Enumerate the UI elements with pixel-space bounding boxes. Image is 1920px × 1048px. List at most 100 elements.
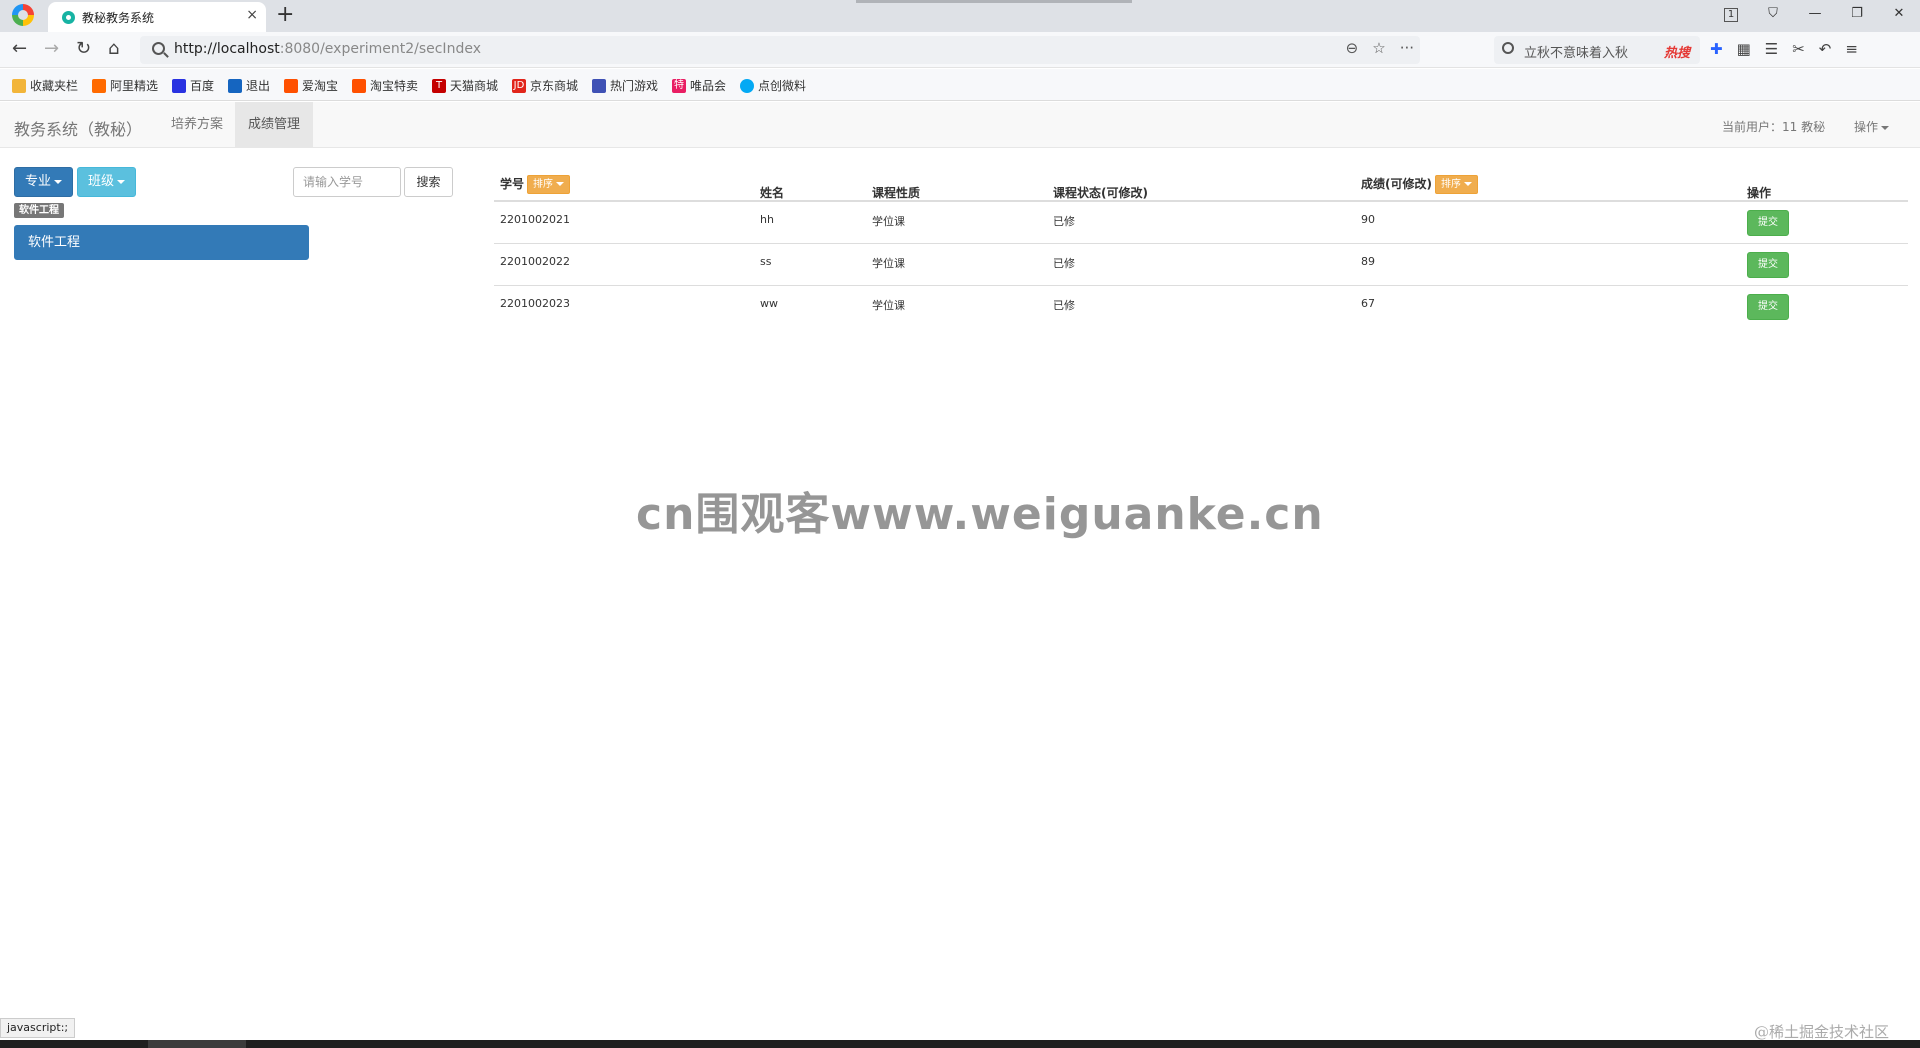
submit-button[interactable]: 提交	[1747, 210, 1789, 236]
class-dropdown-button[interactable]: 班级	[77, 167, 136, 197]
skin-icon[interactable]: ⛉	[1752, 0, 1794, 28]
cell-name: ss	[760, 255, 772, 268]
search-button[interactable]: 搜索	[404, 167, 453, 197]
sort-by-score-button[interactable]: 排序	[1434, 175, 1478, 194]
apps-grid-icon[interactable]: ▦	[1737, 40, 1751, 58]
bookmark-star-icon[interactable]: ☆	[1372, 39, 1385, 57]
col-course-status: 课程状态(可修改)	[1053, 186, 1148, 200]
tab-counter-icon[interactable]: 1	[1710, 0, 1752, 28]
caret-down-icon	[1881, 125, 1890, 130]
browser-toolbar: ← → ↻ ⌂ http://localhost:8080/experiment…	[0, 32, 1920, 68]
cell-course-status[interactable]: 已修	[1053, 213, 1075, 229]
tmall-icon: T	[432, 78, 446, 93]
col-action: 操作	[1747, 186, 1772, 200]
link-status-bar: javascript:;	[0, 1018, 76, 1038]
cell-course-type: 学位课	[872, 299, 905, 312]
feather-icon	[228, 78, 242, 93]
ops-dropdown[interactable]: 操作	[1854, 118, 1890, 135]
window-controls: 1 ⛉ — ❐ ✕	[1710, 0, 1920, 32]
more-icon[interactable]: ···	[1400, 39, 1414, 57]
menu-score-management[interactable]: 成绩管理	[235, 102, 314, 148]
menu-icon[interactable]: ≡	[1845, 40, 1858, 58]
major-dropdown-button[interactable]: 专业	[14, 167, 73, 197]
close-window-icon[interactable]: ✕	[1878, 0, 1920, 28]
address-url[interactable]: http://localhost:8080/experiment2/secInd…	[174, 41, 481, 57]
zoom-icon[interactable]: ⊖	[1346, 39, 1359, 57]
bookmark-item[interactable]: 退出	[228, 77, 270, 94]
bookmarks-bar: 收藏夹栏 阿里精选 百度 退出 爱淘宝 淘宝特卖 T 天猫商城 JD 京东商城 热门…	[0, 69, 1920, 101]
col-name: 姓名	[760, 186, 785, 200]
col-score: 成绩(可修改) 排序	[1361, 175, 1478, 194]
minimize-icon[interactable]: —	[1794, 0, 1836, 28]
aitaobao-icon	[284, 78, 298, 93]
bookmark-item[interactable]: 淘宝特卖	[352, 77, 418, 94]
submit-button[interactable]: 提交	[1747, 252, 1789, 278]
cell-student-id: 2201002021	[500, 213, 570, 226]
address-search-icon	[152, 42, 165, 55]
caret-down-icon	[54, 179, 62, 184]
student-id-search-input[interactable]	[293, 167, 401, 197]
hot-search-box[interactable]: 立秋不意味着入秋 热搜	[1494, 36, 1700, 64]
table-header: 学号 排序 姓名 课程性质 课程状态(可修改) 成绩(可修改) 排序 操作	[494, 168, 1908, 202]
cell-course-status[interactable]: 已修	[1053, 297, 1075, 313]
cell-student-id: 2201002023	[500, 297, 570, 310]
restore-icon[interactable]: ❐	[1836, 0, 1878, 28]
bookmark-item[interactable]: JD 京东商城	[512, 77, 578, 94]
corner-watermark: @稀土掘金技术社区	[1754, 1023, 1890, 1041]
cell-course-type: 学位课	[872, 257, 905, 270]
selected-major-tag: 软件工程	[14, 203, 64, 218]
tab-favicon-icon	[62, 11, 75, 24]
submit-button[interactable]: 提交	[1747, 294, 1789, 320]
tab-title: 教秘教务系统	[82, 11, 155, 25]
alibaba-icon	[92, 78, 106, 93]
hot-search-icon	[1502, 42, 1514, 54]
bookmark-item[interactable]: T 天猫商城	[432, 77, 498, 94]
cell-score[interactable]: 67	[1361, 297, 1375, 310]
bookmark-item[interactable]: 收藏夹栏	[12, 77, 78, 94]
caret-down-icon	[117, 179, 125, 184]
cell-course-status[interactable]: 已修	[1053, 255, 1075, 271]
cell-score[interactable]: 89	[1361, 255, 1375, 268]
hot-search-text: 立秋不意味着入秋	[1524, 46, 1629, 61]
bookmark-item[interactable]: 阿里精选	[92, 77, 158, 94]
screenshot-icon[interactable]: ✂	[1792, 40, 1805, 58]
table-row: 2201002022 ss 学位课 已修 89 提交	[494, 244, 1908, 286]
col-student-id: 学号 排序	[500, 175, 571, 194]
home-icon[interactable]: ⌂	[108, 38, 119, 60]
tab-close-icon[interactable]: ×	[246, 7, 258, 23]
major-list-item[interactable]: 软件工程	[14, 225, 309, 260]
extension-icon[interactable]: ✚	[1710, 40, 1723, 58]
menu-training-plan[interactable]: 培养方案	[158, 102, 236, 148]
bookmark-item[interactable]: 百度	[172, 77, 214, 94]
cell-student-id: 2201002022	[500, 255, 570, 268]
cell-course-type: 学位课	[872, 215, 905, 228]
jd-icon: JD	[512, 78, 526, 93]
bookmark-item[interactable]: 爱淘宝	[284, 77, 338, 94]
favorites-icon[interactable]: ☰	[1765, 40, 1778, 58]
bookmark-item[interactable]: 特唯品会	[672, 77, 726, 94]
table-row: 2201002023 ww 学位课 已修 67 提交	[494, 286, 1908, 328]
cell-score[interactable]: 90	[1361, 213, 1375, 226]
back-icon[interactable]: ←	[12, 38, 27, 60]
bookmark-item[interactable]: 热门游戏	[592, 77, 658, 94]
app-brand[interactable]: 教务系统（教秘）	[14, 116, 142, 140]
forward-icon[interactable]: →	[44, 38, 59, 60]
site-watermark: cn围观客www.weiguanke.cn	[636, 489, 1324, 540]
sort-by-id-button[interactable]: 排序	[527, 175, 571, 194]
browser-logo-icon[interactable]	[12, 4, 34, 26]
new-tab-button[interactable]: +	[276, 2, 294, 28]
window-drag-strip	[856, 0, 1132, 3]
browser-tab[interactable]: 教秘教务系统 ×	[48, 2, 266, 32]
reload-icon[interactable]: ↻	[76, 38, 91, 60]
col-course-type: 课程性质	[872, 186, 921, 200]
address-bar[interactable]: http://localhost:8080/experiment2/secInd…	[140, 36, 1420, 64]
game-icon	[592, 78, 606, 93]
bookmark-item[interactable]: 点创微料	[740, 77, 806, 94]
cell-name: ww	[760, 297, 778, 310]
baidu-icon	[172, 78, 186, 93]
taobao-icon	[352, 78, 366, 93]
folder-icon	[12, 78, 26, 93]
undo-icon[interactable]: ↶	[1819, 40, 1832, 58]
taskbar-item[interactable]	[148, 1040, 246, 1048]
browser-tab-bar: 教秘教务系统 × + 1 ⛉ — ❐ ✕	[0, 0, 1920, 32]
